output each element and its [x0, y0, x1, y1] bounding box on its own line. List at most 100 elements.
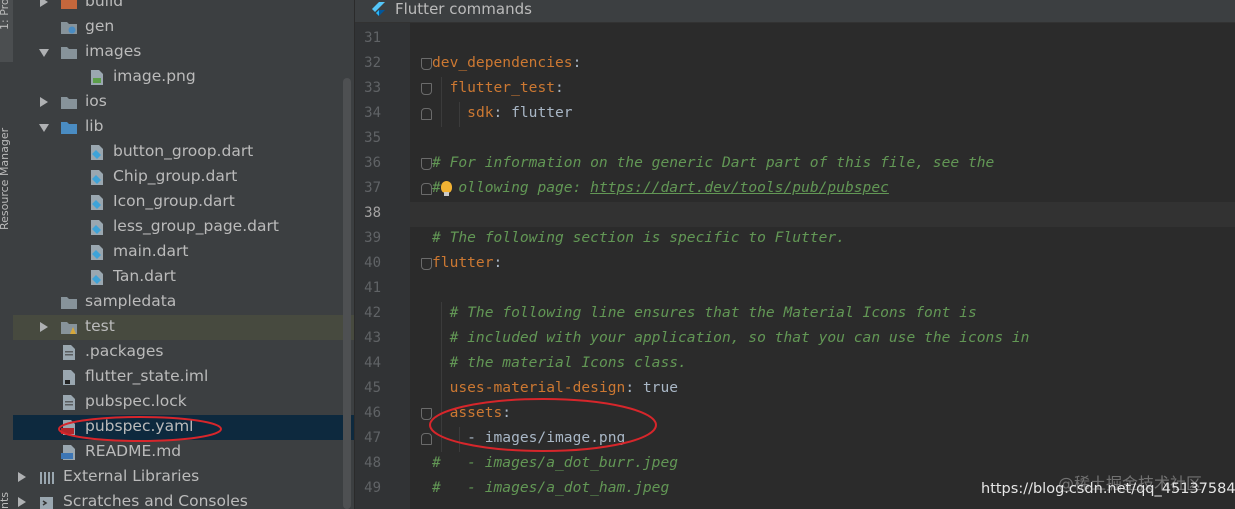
tree-item[interactable]: README.md: [13, 440, 354, 465]
project-tool-label[interactable]: 1: Project: [0, 0, 11, 30]
tree-item[interactable]: test: [13, 315, 354, 340]
tree-scrollbar[interactable]: [343, 78, 351, 509]
tree-item[interactable]: Tan.dart: [13, 265, 354, 290]
code-token: # - images/a_dot_ham.jpeg: [432, 479, 670, 496]
text-file-icon: [60, 394, 78, 411]
tree-item-label: Icon_group.dart: [113, 192, 235, 210]
dart-file-icon: [88, 194, 106, 211]
text-file-icon: [60, 344, 78, 361]
code-token: : true: [625, 379, 679, 396]
tree-item[interactable]: sampledata: [13, 290, 354, 315]
code-token: # included with your application, so tha…: [449, 329, 1030, 346]
code-line[interactable]: uses-material-design: true: [432, 379, 678, 396]
fold-marker[interactable]: [421, 158, 432, 170]
line-number: 43: [364, 330, 381, 346]
line-number: 42: [364, 305, 381, 321]
scratches-icon: [38, 494, 56, 509]
folder-icon: [60, 44, 78, 61]
fold-marker[interactable]: [421, 58, 432, 70]
code-line[interactable]: assets:: [432, 404, 512, 421]
code-token: :: [493, 254, 503, 271]
tree-item-label: less_group_page.dart: [113, 217, 279, 235]
code-token: # For information on the generic Dart pa…: [432, 154, 995, 171]
code-line[interactable]: # included with your application, so tha…: [432, 329, 1030, 346]
code-link[interactable]: https://dart.dev/tools/pub/pubspec: [590, 179, 889, 196]
indent-guide: [459, 102, 460, 127]
folder-icon: [60, 294, 78, 311]
dart-file-icon: [88, 144, 106, 161]
intention-bulb-icon[interactable]: [441, 181, 452, 196]
tree-item[interactable]: Scratches and Consoles: [13, 490, 354, 509]
code-line[interactable]: # - images/a_dot_ham.jpeg: [432, 479, 669, 496]
tree-item[interactable]: ios: [13, 90, 354, 115]
expanded-arrow-icon[interactable]: [39, 49, 49, 57]
editor-tab-title[interactable]: Flutter commands: [395, 0, 532, 18]
collapsed-arrow-icon[interactable]: [40, 322, 48, 332]
expanded-arrow-icon[interactable]: [39, 124, 49, 132]
code-token: # The following section is specific to F…: [432, 229, 845, 246]
tree-item[interactable]: less_group_page.dart: [13, 215, 354, 240]
tree-item-label: test: [85, 317, 115, 335]
tree-item-label: Tan.dart: [113, 267, 176, 285]
code-line[interactable]: # For information on the generic Dart pa…: [432, 154, 994, 171]
code-token: sdk: [467, 104, 494, 121]
code-line[interactable]: flutter:: [432, 254, 502, 271]
line-number: 40: [364, 255, 381, 271]
code-line[interactable]: - images/image.png: [432, 429, 625, 446]
fold-marker[interactable]: [421, 183, 432, 195]
fold-marker[interactable]: [421, 83, 432, 95]
tree-item[interactable]: lib: [13, 115, 354, 140]
code-token: # - images/a_dot_burr.jpeg: [432, 454, 679, 471]
code-token: uses-material-design: [449, 379, 626, 396]
collapsed-arrow-icon[interactable]: [40, 0, 48, 7]
structure-tool-label[interactable]: nts: [0, 492, 11, 509]
tree-item[interactable]: Icon_group.dart: [13, 190, 354, 215]
tree-item[interactable]: images: [13, 40, 354, 65]
code-token: : flutter: [493, 104, 573, 121]
tree-item-label: External Libraries: [63, 467, 200, 485]
code-token: - images/image.png: [432, 429, 626, 446]
tree-item-label: Scratches and Consoles: [63, 492, 248, 509]
line-number: 49: [364, 480, 381, 496]
code-line[interactable]: # The following section is specific to F…: [432, 229, 845, 246]
tree-item[interactable]: pubspec.lock: [13, 390, 354, 415]
tree-item[interactable]: build: [13, 0, 354, 15]
code-line[interactable]: flutter_test:: [432, 79, 564, 96]
fold-marker[interactable]: [421, 408, 432, 420]
line-number: 41: [364, 280, 381, 296]
code-token: # the material Icons class.: [449, 354, 687, 371]
tree-item[interactable]: image.png: [13, 65, 354, 90]
fold-marker[interactable]: [421, 108, 432, 120]
dart-file-icon: [88, 269, 106, 286]
tree-item-label: sampledata: [85, 292, 177, 310]
tree-item-label: build: [85, 0, 124, 10]
tree-item[interactable]: Chip_group.dart: [13, 165, 354, 190]
tree-item[interactable]: pubspec.yaml: [13, 415, 354, 440]
watermark-url: https://blog.csdn.net/qq_45137584: [981, 481, 1235, 497]
tree-item[interactable]: External Libraries: [13, 465, 354, 490]
code-token: #: [432, 179, 441, 196]
tree-item[interactable]: button_groop.dart: [13, 140, 354, 165]
code-line[interactable]: # ollowing page: https://dart.dev/tools/…: [432, 179, 889, 196]
resource-manager-tool-label[interactable]: Resource Manager: [0, 128, 11, 230]
flutter-icon: [372, 2, 385, 16]
tree-item[interactable]: .packages: [13, 340, 354, 365]
code-line[interactable]: # the material Icons class.: [432, 354, 687, 371]
tree-item[interactable]: gen: [13, 15, 354, 40]
markdown-file-icon: [60, 444, 78, 461]
code-line[interactable]: # The following line ensures that the Ma…: [432, 304, 977, 321]
tree-item[interactable]: flutter_state.iml: [13, 365, 354, 390]
tree-item[interactable]: main.dart: [13, 240, 354, 265]
code-line[interactable]: dev_dependencies:: [432, 54, 581, 71]
fold-marker[interactable]: [421, 433, 432, 445]
collapsed-arrow-icon[interactable]: [18, 497, 26, 507]
collapsed-arrow-icon[interactable]: [40, 97, 48, 107]
folder-source-icon: [60, 119, 78, 136]
code-line[interactable]: # - images/a_dot_burr.jpeg: [432, 454, 678, 471]
code-line[interactable]: sdk: flutter: [432, 104, 573, 121]
line-number: 47: [364, 430, 381, 446]
collapsed-arrow-icon[interactable]: [18, 472, 26, 482]
code-token: dev_dependencies: [432, 54, 573, 71]
fold-marker[interactable]: [421, 258, 432, 270]
